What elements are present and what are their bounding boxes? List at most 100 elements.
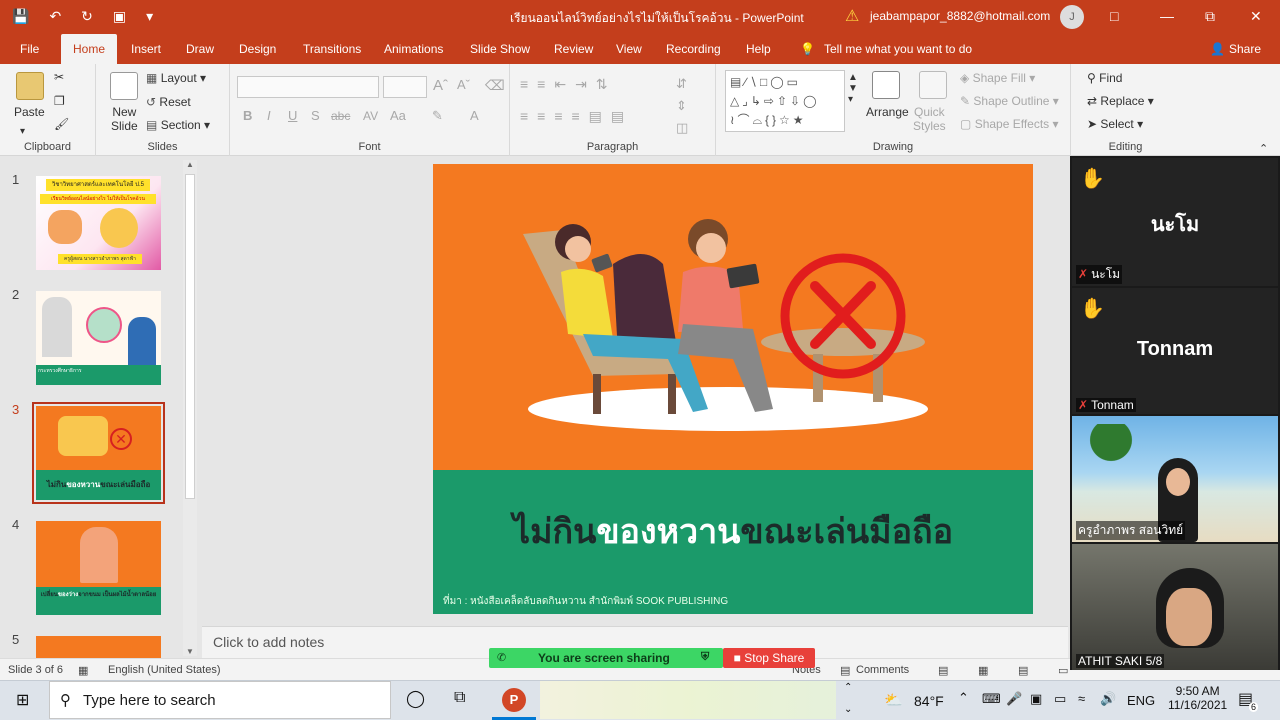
share-button[interactable]: Share bbox=[1229, 42, 1261, 56]
volume-icon[interactable]: 🔊 bbox=[1100, 691, 1116, 707]
find-button[interactable]: ⚲ Find bbox=[1087, 71, 1122, 85]
participant-tile-4[interactable]: ATHIT SAKI 5/8 bbox=[1072, 544, 1278, 670]
task-view-icon[interactable]: ⧉ bbox=[454, 689, 465, 707]
redo-icon[interactable]: ↻ bbox=[81, 8, 93, 25]
paste-icon[interactable] bbox=[16, 72, 44, 100]
alignment-buttons-icon[interactable]: ≡≡≡≡▤▤ bbox=[520, 108, 633, 125]
tab-file[interactable]: File bbox=[20, 42, 39, 56]
touch-keyboard-icon[interactable]: ⌨ bbox=[982, 691, 1001, 707]
taskbar-scroll-down-icon[interactable]: ⌄ bbox=[844, 704, 852, 715]
tab-design[interactable]: Design bbox=[239, 42, 276, 56]
select-button[interactable]: ➤ Select ▾ bbox=[1087, 117, 1143, 131]
language-status[interactable]: English (United States) bbox=[108, 664, 221, 676]
clock[interactable]: 9:50 AM 11/16/2021 bbox=[1168, 684, 1227, 712]
screen-sharing-indicator[interactable]: ✆ You are screen sharing ⛨ bbox=[489, 648, 723, 668]
slide-thumbnail-5[interactable] bbox=[36, 636, 161, 658]
shape-fill-button[interactable]: ◈ Shape Fill ▾ bbox=[960, 71, 1035, 85]
font-name-combo[interactable] bbox=[237, 76, 379, 98]
quick-styles-button[interactable]: Quick Styles bbox=[913, 105, 946, 133]
present-icon[interactable]: ▣ bbox=[113, 8, 126, 25]
text-direction-icon[interactable]: ⇵ bbox=[676, 76, 687, 92]
warning-icon[interactable]: ⚠ bbox=[845, 6, 859, 26]
align-text-icon[interactable]: ⇕ bbox=[676, 98, 687, 114]
participant-tile-2[interactable]: ✋ Tonnam ✗ Tonnam bbox=[1072, 288, 1278, 414]
reset-button[interactable]: ↺ Reset bbox=[146, 95, 191, 109]
slide-sorter-icon[interactable]: ▦ bbox=[978, 664, 988, 677]
tab-draw[interactable]: Draw bbox=[186, 42, 214, 56]
tab-animations[interactable]: Animations bbox=[384, 42, 443, 56]
highlight-icon[interactable]: ✎ bbox=[432, 108, 443, 124]
paste-button[interactable]: Paste bbox=[14, 105, 45, 119]
microphone-icon[interactable]: 🎤 bbox=[1006, 691, 1022, 707]
cortana-icon[interactable]: ◯ bbox=[406, 689, 425, 709]
shapes-gallery[interactable]: ▤∕∖□◯▭ △⌟↳⇨⇧⇩◯ ≀⌒⌓{}☆★ bbox=[725, 70, 845, 132]
font-size-combo[interactable] bbox=[383, 76, 427, 98]
comments-button[interactable]: Comments bbox=[856, 664, 909, 676]
normal-view-icon[interactable]: ▤ bbox=[938, 664, 948, 677]
stop-share-button[interactable]: ■ Stop Share bbox=[723, 648, 815, 668]
language-indicator[interactable]: ENG bbox=[1127, 693, 1155, 708]
powerpoint-taskbar-icon[interactable]: P bbox=[502, 688, 526, 712]
format-painter-icon[interactable]: 🖌 bbox=[54, 117, 69, 131]
zoom-tray-icon[interactable]: ▣ bbox=[1030, 691, 1042, 707]
temperature[interactable]: 84°F bbox=[914, 693, 944, 709]
participant-tile-1[interactable]: ✋ นะโม ✗ นะโม bbox=[1072, 158, 1278, 286]
font-color-icon[interactable]: A bbox=[470, 108, 479, 123]
arrange-button[interactable]: Arrange bbox=[866, 105, 909, 119]
slide-thumbnail-4[interactable]: เปลี่ยนของว่างจากขนม เป็นผลไม้น้ำตาลน้อย bbox=[36, 521, 161, 615]
char-spacing-button[interactable]: AV bbox=[363, 109, 378, 123]
tell-me-search[interactable]: Tell me what you want to do bbox=[824, 42, 972, 56]
quick-styles-icon[interactable] bbox=[919, 71, 947, 99]
minimize-icon[interactable]: — bbox=[1160, 8, 1174, 24]
italic-button[interactable]: I bbox=[267, 108, 271, 123]
slide-thumbnail-1[interactable]: วิชาวิทยาศาสตร์และเทคโนโลยี ป.5 เรียนวิท… bbox=[36, 176, 161, 270]
show-hidden-icons[interactable]: ⌃ bbox=[958, 690, 969, 706]
slide-source[interactable]: ที่มา : หนังสือเคล็ดลับลดกินหวาน สำนักพิ… bbox=[443, 594, 728, 609]
save-icon[interactable]: 💾 bbox=[12, 8, 29, 25]
shapes-more-icon[interactable]: ▲ ▼ ▾ bbox=[848, 72, 858, 105]
reading-view-icon[interactable]: ▤ bbox=[1018, 664, 1028, 677]
collapse-ribbon-icon[interactable]: ⌃ bbox=[1259, 142, 1268, 155]
decrease-font-icon[interactable]: Aˇ bbox=[457, 77, 470, 92]
paste-dropdown-icon[interactable]: ▾ bbox=[20, 126, 25, 137]
close-icon[interactable]: ✕ bbox=[1250, 8, 1262, 25]
weather-icon[interactable]: ⛅ bbox=[884, 691, 903, 709]
tab-transitions[interactable]: Transitions bbox=[303, 42, 361, 56]
new-slide-button[interactable]: New Slide bbox=[111, 105, 138, 133]
tab-home[interactable]: Home bbox=[61, 34, 118, 64]
tab-insert[interactable]: Insert bbox=[131, 42, 161, 56]
windows-start-icon[interactable]: ⊞ bbox=[16, 690, 29, 710]
smartart-icon[interactable]: ◫ bbox=[676, 120, 688, 136]
scroll-down-icon[interactable]: ▼ bbox=[186, 647, 194, 656]
slideshow-view-icon[interactable]: ▭ bbox=[1058, 664, 1068, 677]
current-slide[interactable]: ไม่กินของหวานขณะเล่นมือถือ ที่มา : หนังส… bbox=[433, 164, 1033, 614]
new-slide-icon[interactable] bbox=[110, 72, 138, 100]
tab-review[interactable]: Review bbox=[554, 42, 593, 56]
scroll-up-icon[interactable]: ▲ bbox=[186, 160, 194, 169]
shape-outline-button[interactable]: ✎ Shape Outline ▾ bbox=[960, 94, 1059, 108]
shadow-button[interactable]: S bbox=[311, 108, 320, 123]
slide-thumbnail-2[interactable]: กระทรวงศึกษาธิการ bbox=[36, 291, 161, 385]
strikethrough-button[interactable]: abc bbox=[331, 109, 350, 123]
arrange-icon[interactable] bbox=[872, 71, 900, 99]
slide-title[interactable]: ไม่กินของหวานขณะเล่นมือถือ bbox=[433, 504, 1033, 558]
bold-button[interactable]: B bbox=[243, 108, 252, 123]
taskbar-scroll-up-icon[interactable]: ⌃ bbox=[844, 682, 852, 693]
shape-effects-button[interactable]: ▢ Shape Effects ▾ bbox=[960, 117, 1059, 131]
tab-slide-show[interactable]: Slide Show bbox=[470, 42, 530, 56]
restore-icon[interactable]: ⧉ bbox=[1205, 8, 1215, 25]
customize-qat-icon[interactable]: ▾ bbox=[146, 8, 153, 25]
battery-icon[interactable]: ▭ bbox=[1054, 691, 1066, 707]
avatar[interactable]: J bbox=[1060, 5, 1084, 29]
undo-icon[interactable]: ↶ bbox=[49, 8, 61, 25]
account-email[interactable]: jeabampapor_8882@hotmail.com bbox=[870, 9, 1050, 23]
thumbnails-scrollbar[interactable]: ▲ ▼ bbox=[183, 160, 197, 656]
ribbon-display-icon[interactable]: □ bbox=[1110, 8, 1118, 24]
clear-format-icon[interactable]: ⌫ bbox=[485, 77, 505, 94]
wifi-icon[interactable]: ≈ bbox=[1078, 691, 1085, 706]
layout-button[interactable]: ▦ Layout ▾ bbox=[146, 71, 206, 85]
scroll-thumb[interactable] bbox=[185, 174, 195, 499]
participant-tile-3[interactable]: ครูอำภาพร สอนวิทย์ bbox=[1072, 416, 1278, 542]
tab-view[interactable]: View bbox=[616, 42, 642, 56]
underline-button[interactable]: U bbox=[288, 108, 297, 123]
